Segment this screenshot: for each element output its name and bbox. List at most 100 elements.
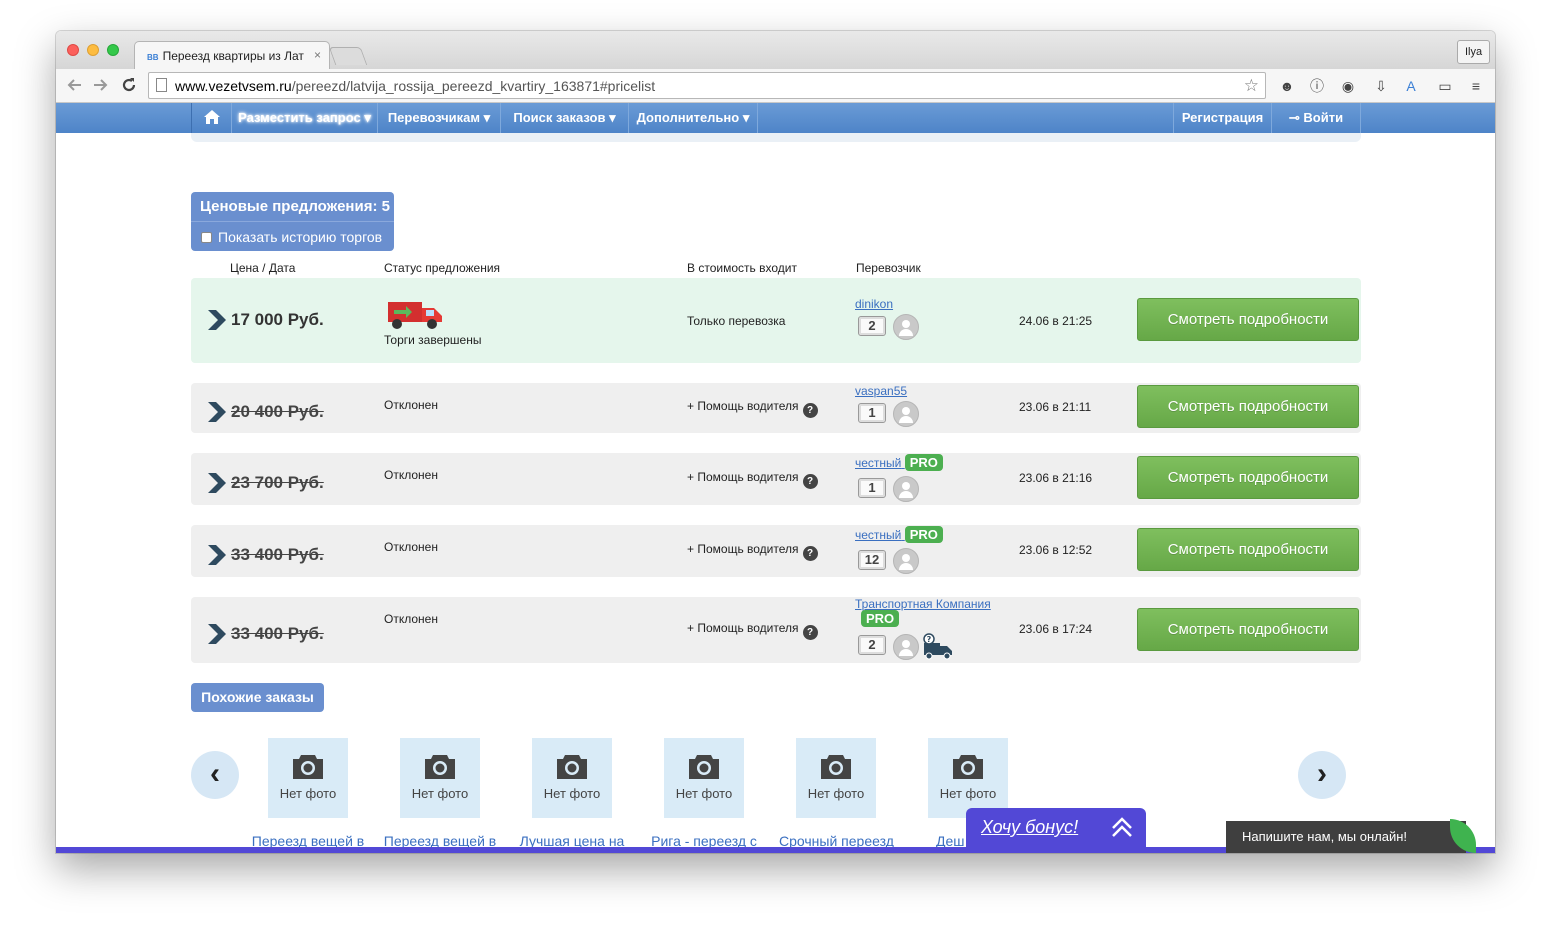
extension-translate-icon[interactable]: A bbox=[1402, 77, 1420, 95]
chat-label: Напишите нам, мы онлайн! bbox=[1242, 829, 1408, 844]
carrier-link[interactable]: dinikon bbox=[855, 297, 893, 311]
chat-widget[interactable]: Напишите нам, мы онлайн! bbox=[1226, 819, 1476, 853]
bonus-label: Хочу бонус! bbox=[981, 817, 1079, 837]
bonus-widget[interactable]: Хочу бонус! bbox=[966, 808, 1146, 853]
similar-order-card[interactable]: Нет фото bbox=[664, 738, 744, 818]
offer-price: 20 400 Руб. bbox=[231, 402, 324, 421]
no-photo-label: Нет фото bbox=[411, 786, 469, 801]
similar-order-card[interactable]: Нет фото bbox=[532, 738, 612, 818]
offer-included: + Помощь водителя? bbox=[687, 542, 818, 561]
offer-status: Отклонен bbox=[384, 612, 438, 626]
carrier-link[interactable]: честный PRO bbox=[855, 526, 943, 543]
included-text: + Помощь водителя bbox=[687, 542, 799, 556]
truck-icon bbox=[388, 302, 442, 329]
site-favicon-icon: BB bbox=[147, 53, 159, 62]
offer-status: Отклонен bbox=[384, 540, 438, 554]
chevron-right-icon[interactable] bbox=[205, 472, 227, 494]
included-text: + Помощь водителя bbox=[687, 621, 799, 635]
carrier-link[interactable]: Транспортная Компания bbox=[855, 597, 991, 611]
post-request-menu[interactable]: Разместить запрос ▾ bbox=[231, 103, 377, 133]
offer-row: 33 400 Руб. Отклонен + Помощь водителя? … bbox=[191, 525, 1361, 577]
similar-order-card[interactable]: Нет фото bbox=[796, 738, 876, 818]
chevron-right-icon[interactable] bbox=[205, 623, 227, 645]
offer-included: + Помощь водителя? bbox=[687, 621, 818, 640]
tab-title: Переезд квартиры из Лат bbox=[162, 49, 304, 63]
no-photo-label: Нет фото bbox=[807, 786, 865, 801]
rating-badge: 1 bbox=[858, 403, 886, 423]
maximize-window-button[interactable] bbox=[107, 44, 119, 56]
column-status: Статус предложения bbox=[384, 261, 501, 275]
minimize-window-button[interactable] bbox=[87, 44, 99, 56]
offer-status: Отклонен bbox=[384, 468, 438, 482]
carousel-prev-button[interactable]: ‹ bbox=[191, 751, 239, 799]
avatar bbox=[893, 401, 919, 427]
register-link[interactable]: Регистрация bbox=[1173, 103, 1271, 133]
reload-icon[interactable] bbox=[121, 77, 137, 93]
history-toggle[interactable]: Показать историю торгов bbox=[191, 221, 394, 251]
avatar bbox=[893, 476, 919, 502]
offer-price: 17 000 Руб. bbox=[231, 310, 324, 329]
details-button[interactable]: Смотреть подробности bbox=[1137, 528, 1359, 571]
carriers-menu[interactable]: Перевозчикам ▾ bbox=[377, 103, 500, 133]
panel-edge bbox=[191, 133, 1361, 142]
bookmark-star-icon[interactable]: ☆ bbox=[1244, 76, 1259, 96]
offer-status: Торги завершены bbox=[384, 333, 482, 347]
offer-row: 20 400 Руб. Отклонен + Помощь водителя? … bbox=[191, 383, 1361, 433]
help-icon[interactable]: ? bbox=[802, 546, 818, 561]
similar-order-card[interactable]: Нет фото bbox=[400, 738, 480, 818]
close-window-button[interactable] bbox=[67, 44, 79, 56]
column-price-date: Цена / Дата bbox=[230, 261, 296, 275]
carrier-link[interactable]: честный PRO bbox=[855, 454, 943, 471]
back-arrow-icon[interactable] bbox=[66, 78, 82, 92]
title-bar: BB Переезд квартиры из Лат × Ilya bbox=[56, 31, 1495, 69]
extension-color-icon[interactable]: ◉ bbox=[1339, 77, 1357, 95]
included-text: + Помощь водителя bbox=[687, 399, 799, 413]
similar-order-card[interactable]: Нет фото bbox=[928, 738, 1008, 818]
camera-icon bbox=[953, 755, 983, 779]
rating-badge: 2 bbox=[858, 316, 886, 336]
home-button[interactable] bbox=[191, 103, 231, 133]
help-icon[interactable]: ? bbox=[802, 625, 818, 640]
new-tab-button[interactable] bbox=[328, 47, 368, 65]
svg-text:?: ? bbox=[927, 635, 932, 644]
extension-download-icon[interactable]: ⇩ bbox=[1372, 77, 1390, 95]
double-chevron-up-icon[interactable] bbox=[1110, 815, 1134, 839]
details-button[interactable]: Смотреть подробности bbox=[1137, 298, 1359, 341]
tab-close-icon[interactable]: × bbox=[314, 48, 321, 62]
similar-orders-header: Похожие заказы bbox=[191, 683, 324, 712]
similar-order-card[interactable]: Нет фото bbox=[268, 738, 348, 818]
chevron-right-icon[interactable] bbox=[205, 401, 227, 423]
pro-badge: PRO bbox=[904, 454, 943, 471]
extension-info-icon[interactable]: ⓘ bbox=[1308, 77, 1326, 95]
profile-button[interactable]: Ilya bbox=[1457, 40, 1490, 64]
history-checkbox[interactable] bbox=[201, 232, 212, 243]
help-icon[interactable]: ? bbox=[802, 403, 818, 418]
search-orders-menu[interactable]: Поиск заказов ▾ bbox=[500, 103, 628, 133]
carrier-link[interactable]: vaspan55 bbox=[855, 384, 907, 398]
offer-date: 23.06 в 17:24 bbox=[1019, 622, 1093, 636]
offer-row: 17 000 Руб. Торги завершены Только перев… bbox=[191, 278, 1361, 363]
carousel-next-button[interactable]: › bbox=[1298, 751, 1346, 799]
offer-included: Только перевозка bbox=[687, 314, 786, 328]
chevron-right-icon[interactable] bbox=[205, 309, 227, 331]
offer-date: 23.06 в 21:11 bbox=[1019, 400, 1092, 414]
extension-ghost-icon[interactable]: ☻ bbox=[1278, 77, 1296, 95]
help-icon[interactable]: ? bbox=[802, 474, 818, 489]
login-link[interactable]: ⊸ Войти bbox=[1271, 103, 1361, 133]
details-button[interactable]: Смотреть подробности bbox=[1137, 456, 1359, 499]
offer-included: + Помощь водителя? bbox=[687, 399, 818, 418]
extension-screen-icon[interactable]: ▭ bbox=[1436, 77, 1454, 95]
forward-arrow-icon[interactable] bbox=[93, 78, 109, 92]
chevron-right-icon[interactable] bbox=[205, 544, 227, 566]
offer-row: 33 400 Руб. Отклонен + Помощь водителя? … bbox=[191, 597, 1361, 663]
pro-badge: PRO bbox=[861, 610, 900, 627]
more-menu[interactable]: Дополнительно ▾ bbox=[628, 103, 758, 133]
camera-icon bbox=[689, 755, 719, 779]
address-bar[interactable]: www.vezetvsem.ru/pereezd/latvija_rossija… bbox=[148, 72, 1266, 99]
browser-tab[interactable]: BB Переезд квартиры из Лат × bbox=[134, 41, 330, 69]
included-text: + Помощь водителя bbox=[687, 470, 799, 484]
menu-hamburger-icon[interactable]: ≡ bbox=[1467, 77, 1485, 95]
details-button[interactable]: Смотреть подробности bbox=[1137, 608, 1359, 651]
rating-badge: 2 bbox=[858, 635, 886, 655]
details-button[interactable]: Смотреть подробности bbox=[1137, 385, 1359, 428]
